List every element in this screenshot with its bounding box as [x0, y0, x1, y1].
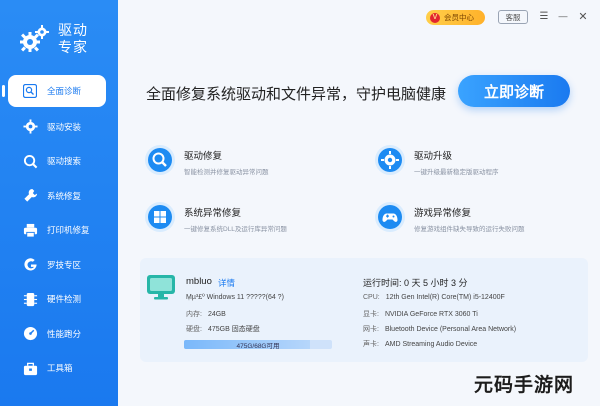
vip-center-button[interactable]: V 会员中心	[426, 10, 485, 25]
wrench-icon	[22, 188, 38, 204]
sidebar-item-label: 硬件检测	[47, 294, 82, 305]
sidebar-item-label: 驱动安装	[47, 121, 82, 132]
feature-desc: 一键修复系统DLL及运行库异常问题	[184, 226, 287, 233]
sidebar-item-label: 工具箱	[47, 363, 73, 374]
brand-line-2: 专家	[58, 39, 88, 55]
ram-line: 内存: 24GB	[186, 309, 226, 319]
vip-center-label: 会员中心	[444, 13, 474, 22]
driver-upgrade-icon	[375, 145, 405, 175]
sidebar-nav: 全面诊断 驱动安装 驱动搜索 系统修复 打印机修复 罗技专区 硬件检测 性能跑分…	[0, 75, 118, 386]
watermark: 元码手游网	[474, 375, 575, 396]
monitor-icon	[146, 274, 176, 300]
disk-usage-bar: 475G/68G可用	[184, 340, 332, 349]
feature-desc: 修复游戏组件缺失导致的运行失败问题	[414, 226, 525, 233]
sidebar-item-full-diagnosis[interactable]: 全面诊断	[2, 75, 106, 107]
feature-system-repair[interactable]: 系统异常修复 一键修复系统DLL及运行库异常问题	[145, 202, 287, 233]
ram-value: 24GB	[207, 311, 226, 318]
cpu-key: CPU:	[363, 294, 380, 301]
disk-value: 475GB 固态硬盘	[207, 326, 260, 333]
feature-title: 游戏异常修复	[414, 208, 472, 219]
feature-title: 驱动升级	[414, 151, 453, 162]
system-info-panel: mbluo 详情 Ṃµ³£º Windows 11 ?????(64 ?) 内存…	[140, 258, 588, 362]
sidebar-item-label: 打印机修复	[47, 225, 90, 236]
feature-desc: 智能检测并修复驱动异常问题	[184, 169, 269, 176]
sidebar-item-benchmark[interactable]: 性能跑分	[0, 317, 118, 352]
gpu-value: NVIDIA GeForce RTX 3060 Ti	[384, 311, 478, 318]
sidebar-item-system-repair[interactable]: 系统修复	[0, 179, 118, 214]
disk-line: 硬盘: 475GB 固态硬盘	[186, 324, 260, 334]
audio-value: AMD Streaming Audio Device	[384, 341, 478, 348]
sidebar-item-driver-install[interactable]: 驱动安装	[0, 110, 118, 145]
runtime-text: 运行时间: 0 天 5 小时 3 分	[363, 278, 468, 288]
sidebar-item-printer-repair[interactable]: 打印机修复	[0, 213, 118, 248]
sidebar: 驱动 专家 全面诊断 驱动安装 驱动搜索 系统修复 打印机修复 罗技专区 硬件检…	[0, 0, 118, 406]
gpu-line: 显卡: NVIDIA GeForce RTX 3060 Ti	[363, 309, 478, 319]
toolbox-icon	[22, 360, 38, 376]
start-diagnosis-button[interactable]: 立即诊断	[458, 75, 570, 107]
sidebar-item-label: 驱动搜索	[47, 156, 82, 167]
feature-title: 系统异常修复	[184, 208, 242, 219]
gear-icon	[22, 119, 38, 135]
nic-line: 网卡: Bluetooth Device (Personal Area Netwo…	[363, 324, 516, 334]
brand: 驱动 专家	[18, 22, 88, 56]
printer-icon	[22, 222, 38, 238]
brand-line-1: 驱动	[58, 22, 88, 38]
search-icon	[22, 83, 38, 99]
chip-icon	[22, 291, 38, 307]
gears-logo-icon	[18, 23, 50, 55]
gamepad-icon	[375, 202, 405, 232]
sidebar-item-hardware-check[interactable]: 硬件检测	[0, 282, 118, 317]
feature-game-repair[interactable]: 游戏异常修复 修复游戏组件缺失导致的运行失败问题	[375, 202, 525, 233]
windows-icon	[145, 202, 175, 232]
disk-key: 硬盘:	[186, 326, 202, 333]
brand-title: 驱动 专家	[58, 22, 88, 56]
pc-name: mbluo	[186, 276, 212, 287]
vip-crown-icon: V	[430, 12, 440, 23]
menu-icon[interactable]: ☰	[537, 9, 551, 23]
cpu-line: CPU: 12th Gen Intel(R) Core(TM) i5-12400F	[363, 294, 505, 301]
sidebar-item-driver-search[interactable]: 驱动搜索	[0, 144, 118, 179]
audio-key: 声卡:	[363, 341, 379, 348]
feature-title: 驱动修复	[184, 151, 223, 162]
speedometer-icon	[22, 326, 38, 342]
audio-line: 声卡: AMD Streaming Audio Device	[363, 339, 477, 349]
disk-usage-text: 475G/68G可用	[236, 342, 280, 350]
close-icon[interactable]: ✕	[576, 9, 590, 23]
minimize-icon[interactable]: —	[556, 9, 570, 23]
feature-driver-repair[interactable]: 驱动修复 智能检测并修复驱动异常问题	[145, 145, 269, 176]
feature-driver-upgrade[interactable]: 驱动升级 一键升级最新稳定版驱动程序	[375, 145, 499, 176]
nic-value: Bluetooth Device (Personal Area Network)	[384, 326, 517, 333]
cpu-value: 12th Gen Intel(R) Core(TM) i5-12400F	[385, 294, 505, 301]
feature-desc: 一键升级最新稳定版驱动程序	[414, 169, 499, 176]
os-line: Ṃµ³£º Windows 11 ?????(64 ?)	[186, 294, 284, 301]
hero-slogan: 全面修复系统驱动和文件异常，守护电脑健康	[146, 86, 447, 103]
ram-key: 内存:	[186, 311, 202, 318]
sidebar-item-label: 罗技专区	[47, 259, 82, 270]
title-bar: V 会员中心 客服 ☰ — ✕	[118, 0, 600, 34]
sidebar-item-toolbox[interactable]: 工具箱	[0, 351, 118, 386]
sidebar-item-label: 系统修复	[47, 190, 82, 201]
gpu-key: 显卡:	[363, 311, 379, 318]
details-link[interactable]: 详情	[218, 277, 235, 289]
logitech-icon	[22, 257, 38, 273]
sidebar-item-label: 性能跑分	[47, 328, 82, 339]
customer-service-button[interactable]: 客服	[498, 10, 528, 24]
driver-repair-icon	[145, 145, 175, 175]
magnifier-icon	[22, 153, 38, 169]
sidebar-item-logitech[interactable]: 罗技专区	[0, 248, 118, 283]
sidebar-item-label: 全面诊断	[47, 86, 82, 96]
nic-key: 网卡:	[363, 326, 379, 333]
